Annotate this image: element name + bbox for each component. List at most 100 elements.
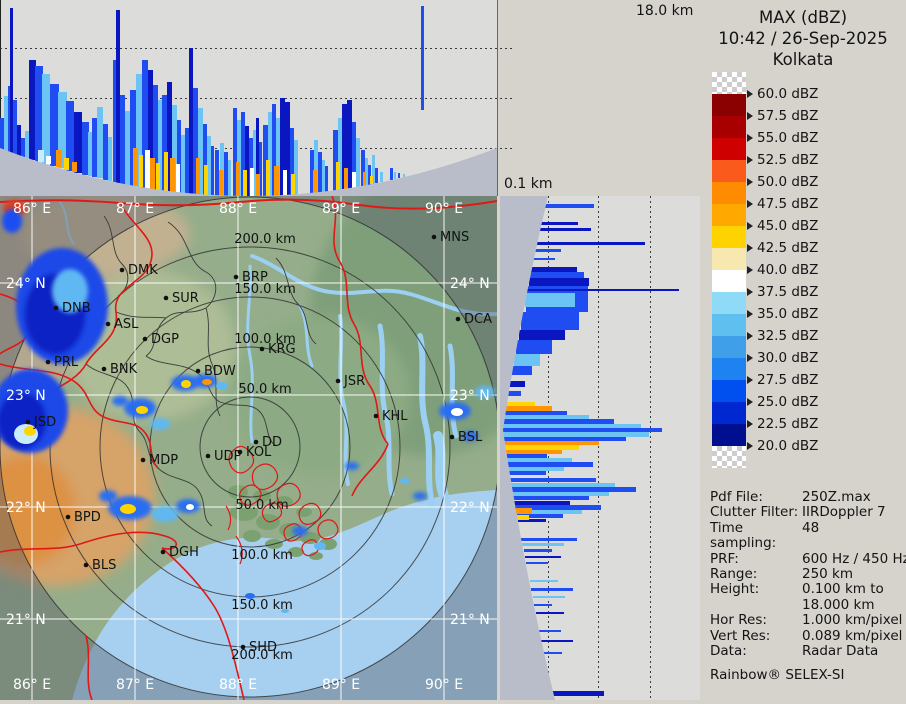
echo-row (530, 580, 558, 582)
echo-column (64, 158, 69, 170)
echo-column (375, 168, 378, 183)
city-label-MNS: MNS (440, 230, 469, 245)
echo-cell (413, 492, 427, 500)
legend-tick: 50.0 dBZ (747, 175, 818, 189)
echo-cell (345, 462, 359, 470)
echo-column (219, 170, 223, 197)
echo-cell (181, 380, 191, 388)
echo-column (380, 172, 383, 182)
info-label: Clutter Filter: (710, 505, 802, 520)
lat-label-right: 21° N (450, 612, 490, 628)
city-label-DGH: DGH (169, 545, 199, 560)
color-band-30.0-dBZ (712, 358, 746, 380)
echo-column (204, 165, 208, 196)
city-dot-DD (254, 440, 259, 445)
legend-tick: 42.5 dBZ (747, 241, 818, 255)
city-dot-MNS (432, 235, 437, 240)
tick-arrow-icon (747, 244, 753, 252)
echo-column (394, 172, 396, 179)
lon-label-top: 88° E (219, 201, 257, 217)
echo-row (521, 538, 577, 541)
city-label-BNK: BNK (110, 362, 138, 377)
map-panel: 86° E86° E87° E87° E88° E88° E89° E89° E… (0, 196, 497, 700)
tick-label: 55.0 dBZ (757, 130, 818, 146)
info-label: Time sampling: (710, 521, 802, 552)
city-label-BRP: BRP (242, 270, 268, 285)
tick-label: 22.5 dBZ (757, 416, 818, 432)
city-dot-BPD (66, 515, 71, 520)
city-label-UDP: UDP (214, 449, 242, 464)
echo-row (524, 549, 552, 552)
tick-arrow-icon (747, 178, 753, 186)
tick-label: 32.5 dBZ (757, 328, 818, 344)
height-axis-min-label: 0.1 km (504, 176, 552, 192)
city-label-KRG: KRG (268, 342, 296, 357)
echo-row (512, 366, 532, 375)
echo-column (38, 150, 44, 162)
tick-arrow-icon (747, 134, 753, 142)
city-label-DGP: DGP (151, 332, 179, 347)
city-label-KHL: KHL (382, 409, 408, 424)
city-label-DCA: DCA (464, 312, 492, 327)
echo-column (164, 152, 168, 192)
echo-cell (136, 406, 148, 414)
info-row: Clutter Filter:IIRDoppler 7 (710, 505, 906, 520)
tick-label: 20.0 dBZ (757, 438, 818, 454)
info-row: Height:0.100 km to (710, 582, 906, 597)
echo-column (266, 160, 270, 198)
info-value: 250 km (802, 567, 853, 582)
info-value: IIRDoppler 7 (802, 505, 886, 520)
legend-tick: 27.5 dBZ (747, 373, 818, 387)
echo-column (108, 137, 112, 181)
echo-column (228, 160, 231, 198)
echo-row (544, 204, 594, 208)
city-dot-UDP (206, 454, 211, 459)
echo-row (507, 391, 521, 396)
tick-label: 57.5 dBZ (757, 108, 818, 124)
echo-row (531, 588, 573, 591)
echo-column (403, 174, 405, 177)
echo-cell (314, 542, 326, 550)
color-band-32.5-dBZ (712, 336, 746, 358)
legend-tick: 40.0 dBZ (747, 263, 818, 277)
city-dot-BSL (450, 435, 455, 440)
echo-column (363, 172, 366, 186)
legend-tick: 45.0 dBZ (747, 219, 818, 233)
echo-row (525, 556, 561, 558)
echo-cell (202, 379, 212, 385)
echo-row (540, 222, 578, 225)
tick-label: 60.0 dBZ (757, 86, 818, 102)
product-info-rows: Pdf File:250Z.maxClutter Filter:IIRDoppl… (710, 490, 906, 659)
echo-column (56, 150, 62, 167)
echo-column (150, 158, 155, 189)
echo-cell (151, 506, 179, 522)
height-gridline (0, 48, 512, 49)
info-row: Data:Radar Data (710, 644, 906, 659)
color-band-55.0-dBZ (712, 138, 746, 160)
lat-label-left: 22° N (6, 500, 46, 516)
info-row: Time sampling:48 (710, 521, 906, 552)
lon-label-top: 90° E (425, 201, 463, 217)
range-ring-label-south: 50.0 km (235, 498, 288, 513)
range-ring-label-north: 200.0 km (234, 232, 296, 247)
tick-label: 27.5 dBZ (757, 372, 818, 388)
city-label-JSR: JSR (343, 374, 365, 389)
legend-tick: 20.0 dBZ (747, 439, 818, 453)
color-band-50.0-dBZ (712, 182, 746, 204)
echo-row (522, 543, 564, 546)
echo-row (516, 340, 552, 354)
echo-row (541, 640, 573, 642)
echo-column (46, 156, 51, 164)
color-band-22.5-dBZ (712, 424, 746, 446)
info-label: Hor Res: (710, 613, 802, 628)
city-dot-DCA (456, 317, 461, 322)
color-band-37.5-dBZ (712, 292, 746, 314)
info-value: 250Z.max (802, 490, 871, 505)
city-dot-KRG (260, 347, 265, 352)
city-label-BLS: BLS (92, 558, 116, 573)
legend-tick: 22.5 dBZ (747, 417, 818, 431)
range-ring-label-north: 50.0 km (238, 382, 291, 397)
echo-column (344, 168, 348, 189)
info-row: Vert Res:0.089 km/pixel (710, 629, 906, 644)
echo-row (526, 562, 548, 564)
